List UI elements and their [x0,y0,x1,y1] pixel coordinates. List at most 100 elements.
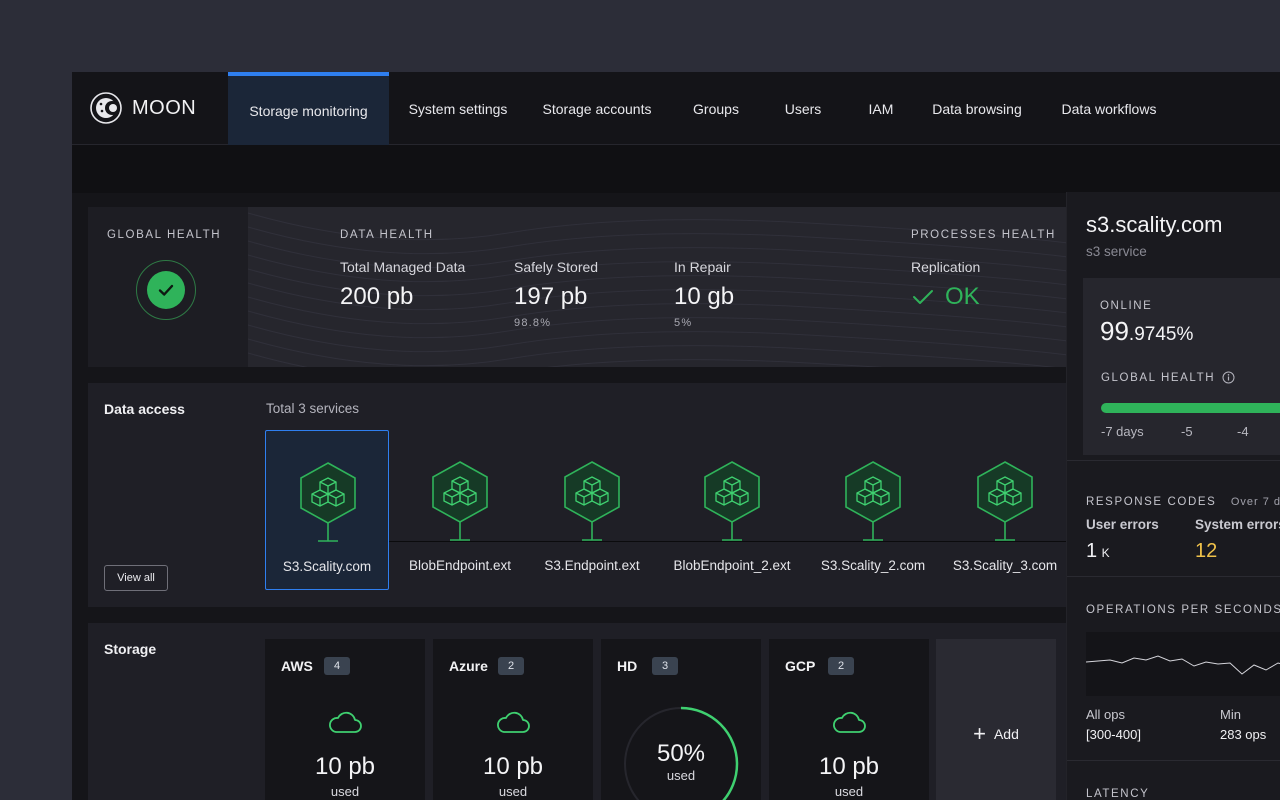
min-ops-value: 283 ops [1220,727,1267,742]
service-hexagon-icon [704,461,760,541]
tab-data-browsing[interactable]: Data browsing [921,72,1033,145]
tick-label: -4 [1237,424,1249,439]
logo[interactable]: MOON [90,90,196,126]
service-s3-scality-3-com[interactable]: S3.Scality_3.com [943,430,1067,590]
card-value: 10 pb [482,753,544,780]
user-errors-value: 1 K [1086,540,1110,563]
service-type: s3 service [1086,244,1147,259]
replication-status: OK [911,283,980,311]
response-codes-label: RESPONSE CODES [1086,496,1217,508]
service-detail-panel: s3.scality.com s3 service ONLINE 99.9745… [1066,192,1280,800]
replication-label: Replication [911,259,981,275]
card-value: 10 pb [818,753,880,780]
count-badge: 2 [828,657,854,675]
health-panel: GLOBAL HEALTH DATA HEALTH Total Managed … [88,207,1068,367]
service-s3-scality-com[interactable]: S3.Scality.com [265,430,389,590]
service-hexagon-icon [300,462,356,542]
in-repair-value: 10 gb [674,283,735,310]
tick-label: -5 [1181,424,1193,439]
card-value: 50% [656,740,706,767]
tab-data-workflows[interactable]: Data workflows [1038,72,1180,145]
card-used-label: used [498,784,528,799]
data-health-label: DATA HEALTH [340,229,434,241]
in-repair-label: In Repair [674,259,731,275]
data-access-panel: Data access Total 3 services View all S3… [88,383,1068,607]
user-errors-number: 1 [1086,540,1098,562]
cloud-icon [833,711,866,733]
safely-stored-label: Safely Stored [514,259,599,275]
top-navigation: MOON Storage monitoring System settings … [72,72,1280,145]
tick-label: -7 days [1101,424,1144,439]
cloud-icon [329,711,362,733]
info-icon[interactable] [1222,371,1235,384]
latency-label: LATENCY [1086,788,1150,800]
tab-groups[interactable]: Groups [672,72,760,145]
cloud-icon [497,711,530,733]
add-label: Add [993,726,1019,742]
global-health-label: GLOBAL HEALTH [107,229,222,241]
card-title: AWS [281,658,313,674]
service-s3-endpoint-ext[interactable]: S3.Endpoint.ext [530,430,654,590]
plus-icon: + [973,721,986,746]
check-icon [158,284,174,296]
ops-sparkline [1086,632,1280,696]
service-name: S3.Scality_3.com [952,558,1058,573]
tab-iam[interactable]: IAM [846,72,916,145]
replication-status-text: OK [945,283,980,310]
service-name: BlobEndpoint_2.ext [673,558,791,573]
in-repair-percent: 5% [674,317,693,329]
global-health-status [136,260,196,320]
online-value-int: 99 [1100,316,1129,346]
tab-storage-accounts[interactable]: Storage accounts [527,72,667,145]
view-all-button[interactable]: View all [104,565,168,591]
app-window: MOON Storage monitoring System settings … [72,72,1280,800]
card-used-label: used [834,784,864,799]
card-used-label: used [330,784,360,799]
online-value: 99.9745% [1100,316,1193,347]
global-health-section: GLOBAL HEALTH [88,207,248,367]
divider [1067,760,1280,761]
global-health-bar [1101,403,1280,413]
app-name: MOON [132,96,197,119]
service-hexagon-icon [977,461,1033,541]
storage-card-gcp[interactable]: GCP 2 10 pb used [769,639,929,800]
storage-card-azure[interactable]: Azure 2 10 pb used [433,639,593,800]
min-ops-label: Min [1220,707,1241,722]
response-period: Over 7 d [1230,496,1280,508]
data-access-title: Data access [104,401,185,417]
card-title: Azure [449,658,488,674]
service-blobendpoint-2-ext[interactable]: BlobEndpoint_2.ext [670,430,794,590]
tab-storage-monitoring[interactable]: Storage monitoring [228,72,389,145]
side-global-health-label: GLOBAL HEALTH [1101,371,1216,384]
service-hexagon-icon [845,461,901,541]
count-badge: 3 [652,657,678,675]
storage-card-hd[interactable]: HD 3 50% used [601,639,761,800]
add-storage-button[interactable]: + Add [936,639,1056,800]
card-title: GCP [785,658,816,674]
service-s3-scality-2-com[interactable]: S3.Scality_2.com [811,430,935,590]
card-title: HD [617,658,638,674]
service-hostname: s3.scality.com [1086,212,1223,237]
tab-system-settings[interactable]: System settings [394,72,522,145]
card-used-label: used [666,768,696,783]
storage-title: Storage [104,641,157,657]
count-badge: 4 [324,657,350,675]
service-blobendpoint-ext[interactable]: BlobEndpoint.ext [398,430,522,590]
safely-stored-value: 197 pb [514,283,588,310]
ops-label: OPERATIONS PER SECONDS [1086,604,1280,616]
check-icon [913,290,933,304]
tab-users[interactable]: Users [765,72,841,145]
safely-stored-percent: 98.8% [514,317,552,329]
divider [1067,460,1280,461]
service-hexagon-icon [564,461,620,541]
divider [1067,576,1280,577]
sub-toolbar [72,145,1280,193]
all-ops-value: [300-400] [1086,727,1141,742]
response-codes-header: RESPONSE CODES Over 7 d [1086,492,1280,510]
all-ops-label: All ops [1086,707,1126,722]
storage-card-aws[interactable]: AWS 4 10 pb used [265,639,425,800]
total-services: Total 3 services [266,401,360,416]
storage-panel: Storage AWS 4 10 pb used Azure 2 10 pb u… [88,623,1068,800]
system-errors-label: System errors [1195,517,1280,532]
service-hexagon-icon [432,461,488,541]
